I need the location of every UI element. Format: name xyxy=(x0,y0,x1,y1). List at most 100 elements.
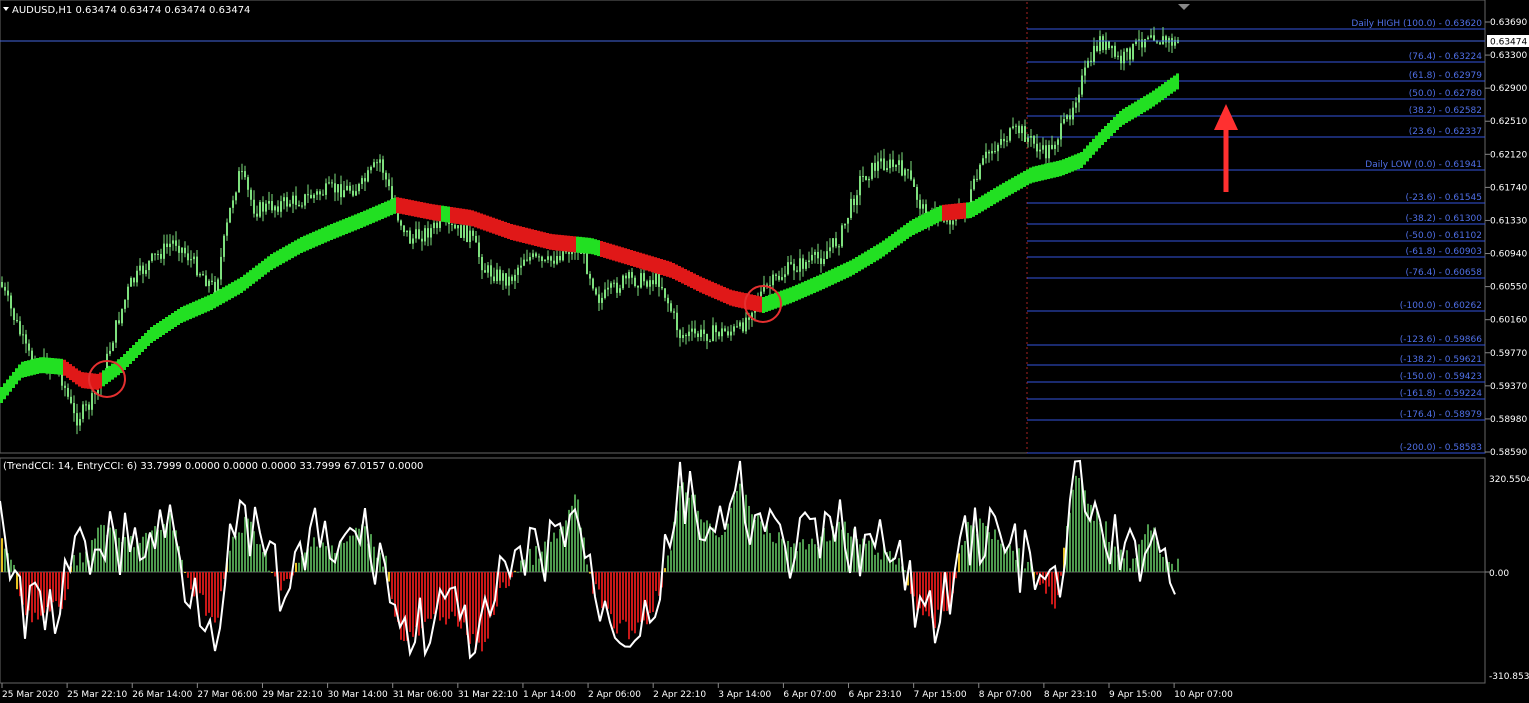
trend-bar xyxy=(1140,98,1143,114)
candle-body xyxy=(328,182,330,184)
trend-bar xyxy=(324,226,327,243)
time-axis-label: 2 Apr 06:00 xyxy=(588,690,641,700)
candle-body xyxy=(196,256,198,276)
trend-bar xyxy=(705,279,708,296)
candle-body xyxy=(721,328,723,337)
trend-bar xyxy=(462,208,465,225)
time-axis-label: 3 Apr 14:00 xyxy=(718,690,771,700)
candle-body xyxy=(787,262,789,275)
trend-bar xyxy=(189,303,192,320)
trend-bar xyxy=(243,274,246,291)
fib-level-label: (-176.4) - 0.58979 xyxy=(1400,410,1482,420)
trend-bar xyxy=(1161,84,1164,101)
cci-bar xyxy=(1093,520,1095,572)
candle-body xyxy=(898,160,900,165)
symbol-header: AUDUSD,H1 0.63474 0.63474 0.63474 0.6347… xyxy=(12,5,250,16)
trend-bar xyxy=(63,359,66,376)
candle-body xyxy=(556,256,558,264)
cci-bar xyxy=(655,572,657,591)
price-axis-label: 0.63300 xyxy=(1490,51,1527,61)
candle-body xyxy=(451,223,453,225)
main-pane[interactable] xyxy=(0,0,1486,454)
trend-bar xyxy=(660,259,663,275)
candle-body xyxy=(970,189,972,204)
candle-body xyxy=(169,243,171,248)
candle-body xyxy=(478,242,480,258)
trend-bar xyxy=(918,216,921,232)
candle-body xyxy=(76,413,78,426)
trend-bar xyxy=(843,263,846,280)
candle-body xyxy=(31,350,33,361)
trend-bar xyxy=(1071,155,1074,172)
cci-bar xyxy=(586,564,588,572)
cci-bar xyxy=(1177,558,1179,572)
trend-bar xyxy=(888,236,891,253)
cci-bar xyxy=(373,546,375,572)
trend-bar xyxy=(675,264,678,281)
candle-body xyxy=(1,282,3,287)
trend-bar xyxy=(306,234,309,251)
trend-bar xyxy=(1008,179,1011,196)
fib-level-label: (-38.2) - 0.61300 xyxy=(1406,214,1483,224)
trend-bar xyxy=(1047,163,1050,180)
trend-bar xyxy=(846,261,849,278)
trend-bar xyxy=(348,216,351,233)
fib-level-label: (-100.0) - 0.60262 xyxy=(1400,301,1482,311)
candle-body xyxy=(514,274,516,281)
candle-body xyxy=(808,260,810,263)
price-axis-label: 0.61740 xyxy=(1490,183,1527,193)
cci-bar xyxy=(607,572,609,609)
candle-body xyxy=(1105,41,1107,50)
trend-bar xyxy=(420,202,423,218)
candle-body xyxy=(211,280,213,282)
trend-bar xyxy=(414,200,417,217)
time-axis-label: 29 Mar 22:10 xyxy=(262,690,322,700)
candle-body xyxy=(325,183,327,195)
cci-bar xyxy=(676,510,678,572)
trend-bar xyxy=(369,208,372,225)
candle-body xyxy=(1168,38,1170,43)
trend-bar xyxy=(198,299,201,316)
trend-bar xyxy=(429,203,432,220)
candle-body xyxy=(718,332,720,337)
candle-body xyxy=(220,256,222,280)
trend-bar xyxy=(1059,160,1062,177)
trend-bar xyxy=(81,372,84,389)
cci-bar xyxy=(1,538,3,572)
candle-body xyxy=(673,311,675,313)
candle-body xyxy=(874,162,876,171)
candle-body xyxy=(595,288,597,295)
candle-body xyxy=(793,263,795,271)
cci-bar xyxy=(664,568,666,572)
cci-bar xyxy=(142,536,144,572)
cci-bar xyxy=(904,570,906,572)
cci-bar xyxy=(472,572,474,635)
trend-bar xyxy=(39,357,42,374)
trend-bar xyxy=(576,236,579,253)
trend-bar xyxy=(417,201,420,218)
trend-bar xyxy=(1146,94,1149,111)
cci-bar xyxy=(1174,569,1176,572)
candle-body xyxy=(634,277,636,286)
trend-bar xyxy=(366,209,369,226)
trend-bar xyxy=(960,203,963,219)
trend-bar xyxy=(963,202,966,219)
candle-body xyxy=(1120,55,1122,64)
trend-bar xyxy=(1113,117,1116,133)
cci-bar xyxy=(1009,545,1011,572)
cci-bar xyxy=(400,572,402,640)
trend-bar xyxy=(354,214,357,231)
candle-body xyxy=(370,166,372,171)
cci-bar xyxy=(766,523,768,572)
cci-bar xyxy=(499,572,501,588)
trend-bar xyxy=(876,244,879,261)
chart-canvas[interactable]: AUDUSD,H1 0.63474 0.63474 0.63474 0.6347… xyxy=(0,0,1529,703)
cci-bar xyxy=(574,494,576,572)
candle-body xyxy=(91,393,93,410)
candle-body xyxy=(322,194,324,196)
trend-bar xyxy=(600,241,603,257)
candle-body xyxy=(298,204,300,207)
candle-body xyxy=(1102,36,1104,50)
candle-body xyxy=(1006,140,1008,142)
trend-bar xyxy=(1005,181,1008,198)
